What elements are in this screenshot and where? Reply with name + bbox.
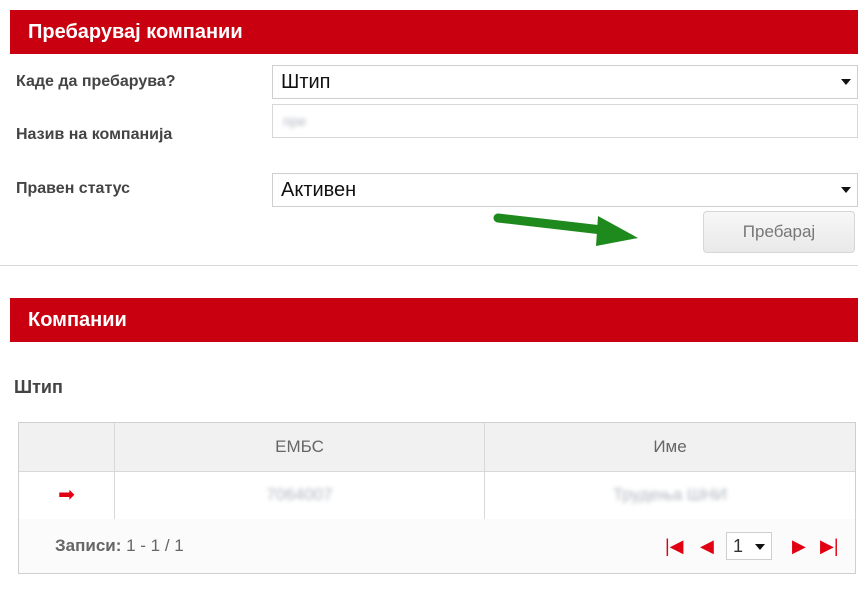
- legal-status-select[interactable]: Активен: [272, 173, 858, 207]
- name-cell: Трудења ШНИ: [485, 471, 855, 519]
- company-name-value: пре: [283, 113, 307, 129]
- column-header-embs[interactable]: ЕМБС: [115, 423, 485, 471]
- page-select[interactable]: 1: [726, 532, 772, 560]
- header-cell-empty: [19, 423, 115, 471]
- section-divider: [0, 265, 858, 266]
- search-button[interactable]: Пребарај: [703, 211, 855, 253]
- records-info: Записи: 1 - 1 / 1: [55, 536, 184, 556]
- arrow-right-icon: [493, 213, 638, 246]
- where-select[interactable]: Штип: [272, 65, 858, 99]
- results-panel-title: Компании: [10, 298, 858, 342]
- search-panel-title: Пребарувај компании: [10, 10, 858, 54]
- city-heading: Штип: [14, 377, 63, 397]
- table-header-row: ЕМБС Име: [19, 423, 855, 472]
- records-label: Записи:: [55, 536, 122, 555]
- embs-cell: 7064007: [115, 471, 485, 519]
- chevron-down-icon: [755, 544, 765, 550]
- company-name-field[interactable]: пре: [272, 104, 858, 138]
- embs-value: 7064007: [266, 485, 333, 504]
- results-table: ЕМБС Име ➡ 7064007 Трудења ШНИ Записи: 1…: [18, 422, 856, 574]
- last-page-icon[interactable]: ▶|: [820, 537, 839, 555]
- chevron-down-icon: [841, 187, 851, 193]
- where-label: Каде да пребарува?: [16, 73, 176, 90]
- legal-status-value: Активен: [281, 179, 357, 201]
- page-select-value: 1: [733, 536, 744, 556]
- company-name-label: Назив на компанија: [16, 126, 173, 143]
- table-footer: Записи: 1 - 1 / 1 |◀ ◀ 1 ▶ ▶|: [19, 519, 855, 573]
- records-value: 1 - 1 / 1: [126, 536, 184, 555]
- where-select-value: Штип: [281, 71, 331, 93]
- legal-status-label: Правен статус: [16, 180, 131, 197]
- first-page-icon[interactable]: |◀: [665, 537, 684, 555]
- table-row[interactable]: ➡ 7064007 Трудења ШНИ: [19, 471, 855, 520]
- row-select-arrow-icon[interactable]: ➡: [19, 471, 115, 519]
- previous-page-icon[interactable]: ◀: [700, 537, 714, 555]
- next-page-icon[interactable]: ▶: [792, 537, 806, 555]
- column-header-name[interactable]: Име: [485, 423, 855, 471]
- name-value: Трудења ШНИ: [612, 485, 728, 504]
- chevron-down-icon: [841, 79, 851, 85]
